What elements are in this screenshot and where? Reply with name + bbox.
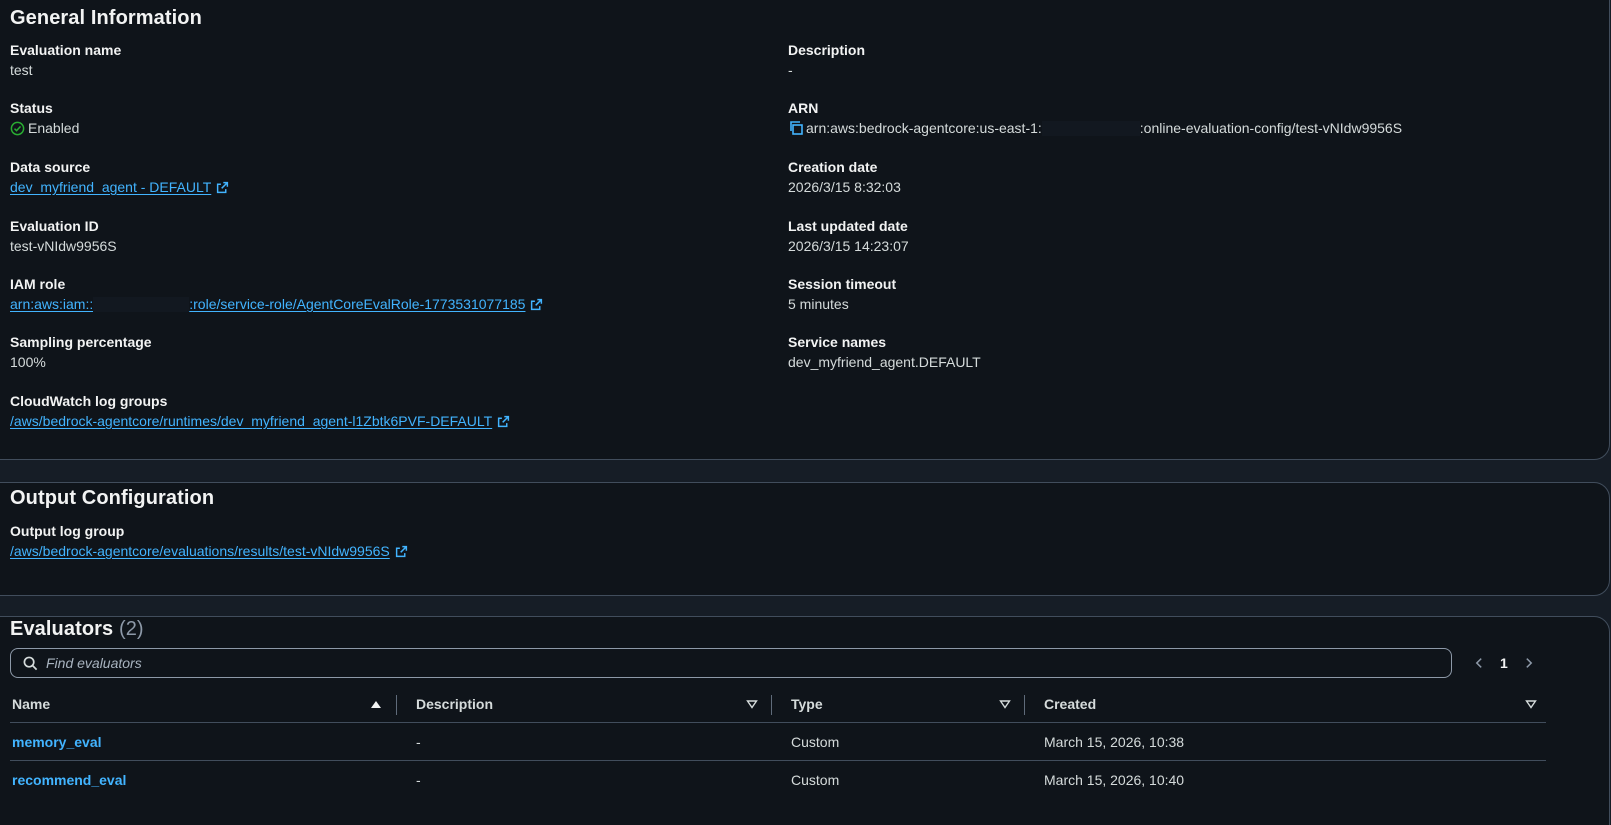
arn-prefix: arn:aws:bedrock-agentcore:us-east-1: <box>806 120 1042 136</box>
general-information-heading: General Information <box>10 7 202 29</box>
session-timeout-field: Session timeout 5 minutes <box>788 274 896 314</box>
chevron-left-icon[interactable] <box>1472 656 1486 670</box>
description-field: Description - <box>788 40 865 80</box>
cloudwatch-log-groups-label: CloudWatch log groups <box>10 393 168 409</box>
evaluator-description: - <box>416 772 421 788</box>
output-log-group-field: Output log group /aws/bedrock-agentcore/… <box>10 521 408 561</box>
iam-role-link[interactable]: arn:aws:iam:::role/service-role/AgentCor… <box>10 296 525 312</box>
arn-suffix: :online-evaluation-config/test-vNIdw9956… <box>1139 120 1403 136</box>
external-link-icon[interactable] <box>395 545 408 558</box>
creation-date-field: Creation date 2026/3/15 8:32:03 <box>788 157 901 197</box>
evaluation-name-value: test <box>10 62 33 78</box>
evaluators-heading: Evaluators (2) <box>10 618 144 641</box>
sort-dropdown-icon[interactable] <box>999 698 1011 710</box>
status-text: Enabled <box>28 120 80 136</box>
chevron-right-icon[interactable] <box>1522 656 1536 670</box>
find-evaluators-input[interactable] <box>46 655 1426 671</box>
column-divider <box>396 695 397 715</box>
column-header-type[interactable]: Type <box>791 688 823 720</box>
service-names-label: Service names <box>788 334 887 350</box>
creation-date-label: Creation date <box>788 159 878 175</box>
iam-role-prefix: arn:aws:iam:: <box>10 296 94 312</box>
evaluators-table-header: Name Description Type Created <box>0 688 1548 720</box>
external-link-icon[interactable] <box>530 298 543 311</box>
iam-role-suffix: :role/service-role/AgentCoreEvalRole-177… <box>189 296 526 312</box>
last-updated-date-field: Last updated date 2026/3/15 14:23:07 <box>788 216 909 256</box>
service-names-value: dev_myfriend_agent.DEFAULT <box>788 354 981 370</box>
description-label: Description <box>788 42 866 58</box>
pagination: 1 <box>1472 652 1536 674</box>
output-configuration-heading: Output Configuration <box>10 487 215 509</box>
sort-dropdown-icon[interactable] <box>1525 698 1537 710</box>
column-divider <box>1024 695 1025 715</box>
evaluator-description: - <box>416 734 421 750</box>
external-link-icon[interactable] <box>497 415 510 428</box>
redacted-account-id <box>93 297 190 312</box>
evaluation-id-label: Evaluation ID <box>10 218 99 234</box>
evaluation-name-field: Evaluation name test <box>10 40 121 80</box>
external-link-icon[interactable] <box>216 181 229 194</box>
output-log-group-label: Output log group <box>10 523 125 539</box>
evaluator-name-link[interactable]: memory_eval <box>12 734 102 750</box>
search-icon <box>23 656 38 670</box>
evaluator-created: March 15, 2026, 10:38 <box>1044 734 1185 750</box>
redacted-account-id <box>1041 121 1140 136</box>
data-source-field: Data source dev_myfriend_agent - DEFAULT <box>10 157 229 197</box>
creation-date-value: 2026/3/15 8:32:03 <box>788 179 901 195</box>
arn-label: ARN <box>788 100 819 116</box>
last-updated-date-label: Last updated date <box>788 218 908 234</box>
table-row: recommend_eval - Custom March 15, 2026, … <box>0 761 1548 799</box>
sort-dropdown-icon[interactable] <box>746 698 758 710</box>
table-row: memory_eval - Custom March 15, 2026, 10:… <box>0 723 1548 761</box>
copy-icon[interactable] <box>788 120 804 136</box>
column-divider <box>771 695 772 715</box>
success-check-icon <box>10 121 25 136</box>
cloudwatch-log-group-link[interactable]: /aws/bedrock-agentcore/runtimes/dev_myfr… <box>10 413 492 429</box>
session-timeout-label: Session timeout <box>788 276 897 292</box>
sampling-percentage-value: 100% <box>10 354 46 370</box>
column-header-description[interactable]: Description <box>416 688 493 720</box>
evaluators-count: (2) <box>118 618 144 640</box>
evaluator-name-link[interactable]: recommend_eval <box>12 772 126 788</box>
column-header-created[interactable]: Created <box>1044 688 1096 720</box>
column-header-name[interactable]: Name <box>12 688 50 720</box>
session-timeout-value: 5 minutes <box>788 296 849 312</box>
service-names-field: Service names dev_myfriend_agent.DEFAULT <box>788 332 981 372</box>
find-evaluators-search[interactable] <box>10 648 1452 678</box>
evaluation-name-label: Evaluation name <box>10 42 122 58</box>
iam-role-field: IAM role arn:aws:iam:::role/service-role… <box>10 274 543 314</box>
evaluators-title: Evaluators <box>10 618 114 640</box>
data-source-link[interactable]: dev_myfriend_agent - DEFAULT <box>10 179 211 195</box>
status-label: Status <box>10 100 53 116</box>
evaluator-type: Custom <box>791 772 840 788</box>
evaluator-created: March 15, 2026, 10:40 <box>1044 772 1185 788</box>
sort-ascending-icon[interactable] <box>370 698 382 710</box>
status-field: Status Enabled <box>10 98 79 138</box>
last-updated-date-value: 2026/3/15 14:23:07 <box>788 238 909 254</box>
arn-field: ARN arn:aws:bedrock-agentcore:us-east-1:… <box>788 98 1402 138</box>
iam-role-label: IAM role <box>10 276 66 292</box>
current-page[interactable]: 1 <box>1500 655 1508 671</box>
data-source-label: Data source <box>10 159 91 175</box>
evaluation-id-value: test-vNIdw9956S <box>10 238 117 254</box>
status-value: Enabled <box>10 118 79 138</box>
evaluation-id-field: Evaluation ID test-vNIdw9956S <box>10 216 117 256</box>
evaluator-type: Custom <box>791 734 840 750</box>
sampling-percentage-label: Sampling percentage <box>10 334 152 350</box>
sampling-percentage-field: Sampling percentage 100% <box>10 332 152 372</box>
description-value: - <box>788 62 793 78</box>
cloudwatch-log-groups-field: CloudWatch log groups /aws/bedrock-agent… <box>10 391 510 431</box>
output-log-group-link[interactable]: /aws/bedrock-agentcore/evaluations/resul… <box>10 543 390 559</box>
